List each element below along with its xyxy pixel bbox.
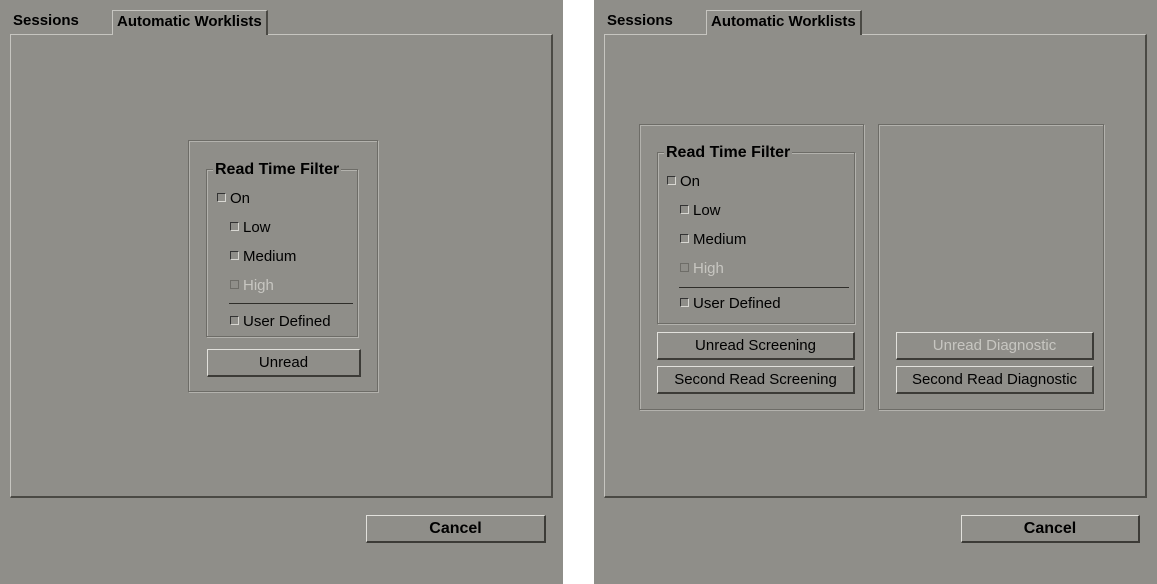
cancel-button[interactable]: Cancel <box>366 515 546 543</box>
medium-label: Medium <box>693 231 747 248</box>
unread-diagnostic-button: Unread Diagnostic <box>896 332 1094 360</box>
checkbox-icon <box>680 263 689 272</box>
checkbox-icon <box>680 234 689 243</box>
second-read-screening-button[interactable]: Second Read Screening <box>657 366 855 394</box>
on-checkbox[interactable]: On <box>217 190 250 208</box>
right-dialog: Sessions Automatic Worklists Read Time F… <box>594 0 1157 584</box>
user-defined-checkbox[interactable]: User Defined <box>680 295 781 313</box>
left-dialog: Sessions Automatic Worklists Read Time F… <box>0 0 563 584</box>
user-defined-label: User Defined <box>243 313 331 330</box>
second-read-diagnostic-button[interactable]: Second Read Diagnostic <box>896 366 1094 394</box>
tab-automatic-worklists[interactable]: Automatic Worklists <box>112 10 268 35</box>
read-time-filter-title: Read Time Filter <box>664 143 793 163</box>
checkbox-icon <box>217 193 226 202</box>
on-label: On <box>230 190 251 207</box>
filter-divider <box>229 303 353 304</box>
tab-sessions[interactable]: Sessions <box>603 10 677 32</box>
on-checkbox[interactable]: On <box>667 173 700 191</box>
medium-checkbox[interactable]: Medium <box>680 231 746 249</box>
filter-divider <box>679 287 849 288</box>
checkbox-icon <box>230 251 239 260</box>
high-label: High <box>243 277 274 294</box>
checkbox-icon <box>230 316 239 325</box>
read-time-filter-title: Read Time Filter <box>213 160 342 180</box>
checkbox-icon <box>230 222 239 231</box>
high-label: High <box>693 260 724 277</box>
tab-automatic-worklists[interactable]: Automatic Worklists <box>706 10 862 35</box>
cancel-button[interactable]: Cancel <box>961 515 1140 543</box>
worklist-group: Read Time Filter On Low Medium High User… <box>188 140 378 392</box>
low-checkbox[interactable]: Low <box>680 202 721 220</box>
checkbox-icon <box>680 298 689 307</box>
user-defined-checkbox[interactable]: User Defined <box>230 313 331 331</box>
low-label: Low <box>243 219 271 236</box>
unread-button[interactable]: Unread <box>207 349 361 377</box>
high-checkbox: High <box>680 260 724 278</box>
on-label: On <box>680 173 701 190</box>
diagnostic-group: Unread Diagnostic Second Read Diagnostic <box>878 124 1104 410</box>
medium-label: Medium <box>243 248 297 265</box>
tab-sessions[interactable]: Sessions <box>9 10 83 32</box>
checkbox-icon <box>230 280 239 289</box>
user-defined-label: User Defined <box>693 295 781 312</box>
checkbox-icon <box>680 205 689 214</box>
checkbox-icon <box>667 176 676 185</box>
medium-checkbox[interactable]: Medium <box>230 248 296 266</box>
high-checkbox: High <box>230 277 274 295</box>
low-label: Low <box>693 202 721 219</box>
unread-screening-button[interactable]: Unread Screening <box>657 332 855 360</box>
low-checkbox[interactable]: Low <box>230 219 271 237</box>
screening-group: Read Time Filter On Low Medium High User… <box>639 124 864 410</box>
